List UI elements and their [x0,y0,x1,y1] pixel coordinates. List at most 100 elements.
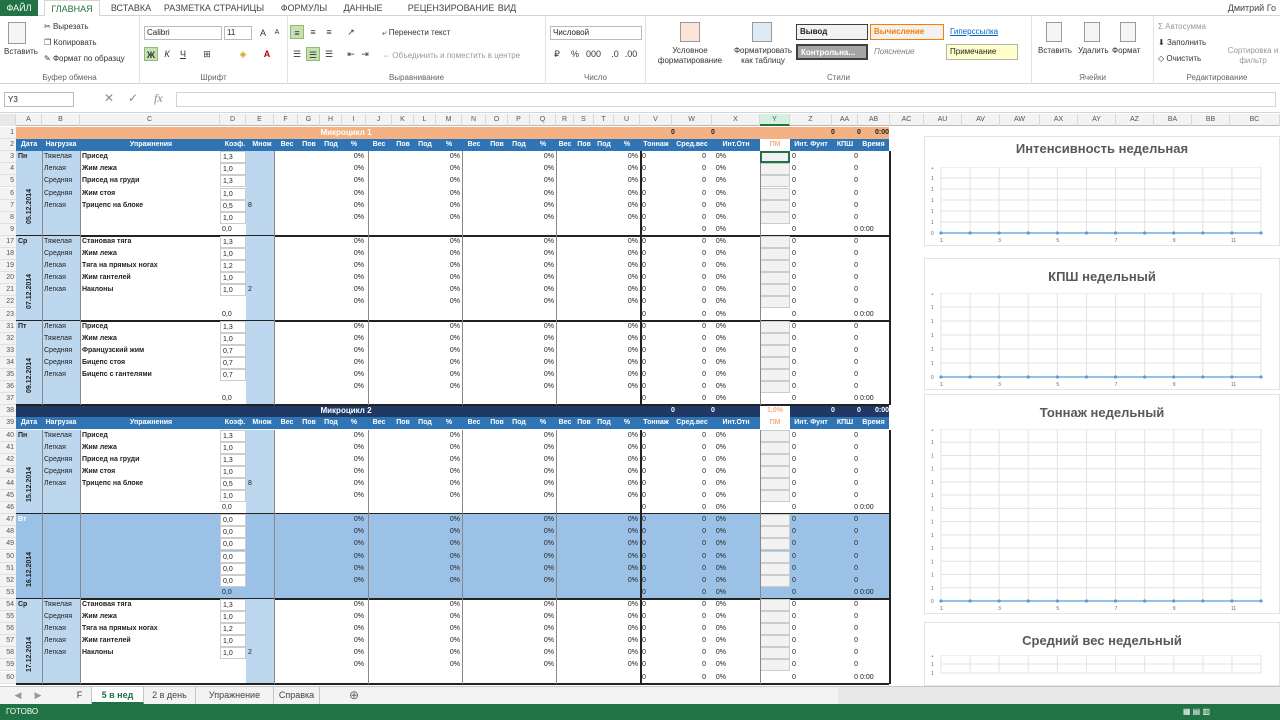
load-cell[interactable]: Средняя [42,611,80,623]
row-header-18[interactable]: 18 [0,248,16,261]
prev-sheet-icon[interactable]: ◀ [10,687,26,704]
col-header-AZ[interactable]: AZ [1116,114,1154,126]
pm-cell[interactable] [760,248,790,260]
currency-icon[interactable]: ₽ [550,47,564,61]
col-header-W[interactable]: W [672,114,712,126]
load-cell[interactable]: Легкая [42,635,80,647]
coef-cell[interactable]: 0,0 [220,514,246,527]
row-header-56[interactable]: 56 [0,623,16,636]
load-cell[interactable]: Тяжелая [42,599,80,611]
chart-panel[interactable]: Средний вес недельный 1 1 1 [924,622,1280,686]
load-cell[interactable]: Тяжелая [42,430,80,442]
align-top-icon[interactable]: ≡ [290,25,304,39]
exercise-cell[interactable]: Присед на груди [80,175,220,187]
coef-cell[interactable]: 1,2 [220,623,246,636]
exercise-cell[interactable]: Французский жим [80,345,220,357]
load-cell[interactable]: Легкая [42,321,80,333]
col-header-AX[interactable]: AX [1040,114,1078,126]
col-header-AC[interactable]: AC [890,114,924,126]
pm-cell[interactable] [760,490,790,502]
menu-tab-5[interactable]: ДАННЫЕ [338,0,388,16]
row-header-31[interactable]: 31 [0,320,16,333]
pm-cell[interactable] [760,659,790,672]
load-cell[interactable]: Легкая [42,200,80,212]
row-header-39[interactable]: 39 [0,417,16,430]
row-header-53[interactable]: 53 [0,586,16,599]
increase-decimal-icon[interactable]: .0 [608,47,622,61]
col-header-BA[interactable]: BA [1154,114,1192,126]
style-check-cell[interactable]: Контрольна... [796,44,868,60]
coef-cell[interactable]: 0,0 [220,538,246,551]
load-cell[interactable]: Легкая [42,284,80,296]
exercise-cell[interactable]: Жим лежа [80,333,220,345]
pm-cell[interactable] [760,635,790,648]
exercise-cell[interactable]: Жим лежа [80,163,220,175]
row-header-32[interactable]: 32 [0,332,16,345]
horizontal-scrollbar[interactable] [838,687,1280,704]
decrease-decimal-icon[interactable]: .00 [624,47,638,61]
orientation-icon[interactable]: ↗ [344,25,358,39]
clear-button[interactable]: ◇ Очистить [1158,54,1201,64]
load-cell[interactable]: Средняя [42,175,80,187]
coef-cell[interactable]: 1,0 [220,635,246,648]
col-header-BC[interactable]: BC [1230,114,1280,126]
pm-cell[interactable] [760,550,790,563]
row-header-7[interactable]: 7 [0,199,16,212]
align-right-icon[interactable]: ☰ [322,47,336,61]
cut-button[interactable]: ✂ Вырезать [44,22,89,32]
pm-cell[interactable] [760,356,790,369]
col-header-F[interactable]: F [274,114,298,126]
coef-cell[interactable]: 1,3 [220,453,246,466]
coef-cell[interactable]: 1,0 [220,163,246,176]
coef-cell[interactable]: 1,0 [220,187,246,200]
pm-cell[interactable] [760,526,790,539]
menu-tab-4[interactable]: ФОРМУЛЫ [274,0,334,16]
chart-panel[interactable]: КПШ недельный 0 1 1 1 1 1 1 1 3 5 7 9 11 [924,258,1280,390]
pm-cell[interactable] [760,211,790,224]
format-painter-button[interactable]: ✎ Формат по образцу [44,54,125,64]
row-header-35[interactable]: 35 [0,369,16,382]
decrease-indent-icon[interactable]: ⇤ [344,47,358,61]
col-header-C[interactable]: C [80,114,220,126]
delete-cells-button[interactable]: Удалить [1078,46,1109,56]
font-size-select[interactable]: 11 [224,26,252,40]
col-header-S[interactable]: S [574,114,594,126]
row-header-36[interactable]: 36 [0,381,16,394]
load-cell[interactable]: Легкая [42,260,80,272]
menu-tab-7[interactable]: ВИД [490,0,524,16]
pm-cell[interactable] [760,574,790,587]
row-header-34[interactable]: 34 [0,356,16,369]
load-cell[interactable]: Средняя [42,188,80,200]
fill-color-icon[interactable]: ◈ [236,47,250,61]
row-header-37[interactable]: 37 [0,393,16,406]
exercise-cell[interactable]: Жим гантелей [80,635,220,647]
style-note[interactable]: Примечание [946,44,1018,60]
col-header-H[interactable]: H [320,114,342,126]
decrease-font-icon[interactable]: A [270,26,284,40]
load-cell[interactable]: Тяжелая [42,333,80,345]
exercise-cell[interactable]: Жим стоя [80,466,220,478]
coef-cell[interactable]: 0,5 [220,477,246,490]
col-header-P[interactable]: P [508,114,530,126]
coef-cell[interactable]: 1,3 [220,320,246,333]
col-header-E[interactable]: E [246,114,274,126]
coef-cell[interactable]: 0,0 [220,550,246,563]
view-buttons[interactable]: ▦ ▤ ▥ [1183,704,1210,720]
sheet-tab-2[interactable]: 2 в день [144,687,196,704]
exercise-cell[interactable]: Становая тяга [80,236,220,248]
coef-cell[interactable]: 0,0 [220,562,246,575]
menu-tab-0[interactable]: ФАЙЛ [0,0,38,16]
format-table-button[interactable]: Форматировать как таблицу [728,46,798,66]
row-header-2[interactable]: 2 [0,139,16,152]
exercise-cell[interactable]: Присед на груди [80,454,220,466]
load-cell[interactable]: Средняя [42,454,80,466]
col-header-BB[interactable]: BB [1192,114,1230,126]
row-header-49[interactable]: 49 [0,538,16,551]
row-header-21[interactable]: 21 [0,284,16,297]
col-header-AY[interactable]: AY [1078,114,1116,126]
sheet-tab-0[interactable]: F [68,687,92,704]
col-header-A[interactable]: A [16,114,42,126]
exercise-cell[interactable]: Присед [80,321,220,333]
col-header-X[interactable]: X [712,114,760,126]
font-color-icon[interactable]: A [260,47,274,61]
